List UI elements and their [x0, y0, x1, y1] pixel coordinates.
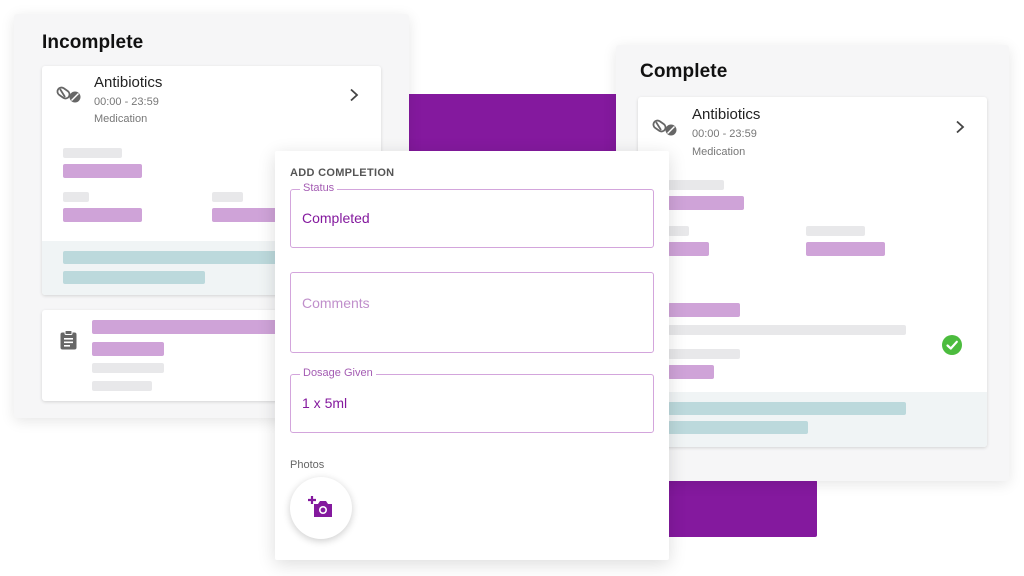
comments-placeholder: Comments — [302, 295, 370, 311]
dosage-value: 1 x 5ml — [302, 395, 348, 411]
clipboard-icon — [60, 330, 77, 350]
add-photo-icon — [308, 496, 332, 517]
stage: Incomplete Antibiotics 00:00 - 23:59 Med… — [0, 0, 1024, 576]
placeholder-bar — [668, 365, 714, 379]
placeholder-bar — [668, 349, 740, 359]
field-label: Status — [300, 182, 338, 194]
placeholder-bar — [92, 381, 152, 391]
medication-name: Antibiotics — [692, 106, 761, 123]
medication-time: 00:00 - 23:59 — [692, 128, 757, 140]
complete-panel: Complete Antibiotics 00:00 - 23:59 Medic… — [616, 45, 1009, 481]
placeholder-bar — [668, 402, 906, 415]
placeholder-bar — [668, 421, 808, 434]
placeholder-bar — [806, 242, 885, 256]
placeholder-bar — [212, 192, 243, 202]
field-label: Dosage Given — [300, 367, 376, 379]
placeholder-bar — [668, 180, 724, 190]
placeholder-bar — [668, 242, 709, 256]
status-field[interactable]: Status Completed — [290, 182, 654, 248]
medication-name: Antibiotics — [94, 74, 163, 91]
placeholder-bar — [668, 325, 906, 335]
medication-type: Medication — [94, 113, 148, 125]
medication-type: Medication — [692, 146, 746, 158]
photos-label: Photos — [290, 459, 325, 471]
placeholder-bar — [806, 226, 865, 236]
add-photo-button[interactable] — [290, 477, 352, 539]
status-value: Completed — [302, 210, 370, 226]
pills-icon — [56, 86, 81, 103]
comments-field[interactable]: Comments — [290, 272, 654, 353]
pills-icon — [652, 119, 677, 136]
medication-time: 00:00 - 23:59 — [94, 96, 159, 108]
placeholder-bar — [63, 164, 142, 178]
form-title: ADD COMPLETION — [290, 167, 395, 179]
add-completion-form: ADD COMPLETION Status Completed Comments… — [275, 151, 669, 560]
chevron-right-icon — [350, 88, 359, 102]
placeholder-bar — [668, 196, 744, 210]
placeholder-bar — [63, 192, 89, 202]
placeholder-bar — [668, 303, 740, 317]
medication-card[interactable]: Antibiotics 00:00 - 23:59 Medication — [638, 97, 987, 447]
placeholder-bar — [63, 148, 122, 158]
check-circle-icon — [942, 335, 962, 355]
placeholder-bar — [92, 342, 164, 356]
placeholder-bar — [92, 363, 164, 373]
panel-title: Incomplete — [42, 32, 144, 53]
panel-title: Complete — [640, 61, 728, 82]
decorative-purple-block — [660, 480, 817, 537]
chevron-right-icon — [956, 120, 965, 134]
card-footer — [638, 392, 987, 447]
placeholder-bar — [63, 208, 142, 222]
placeholder-bar — [668, 226, 689, 236]
placeholder-bar — [63, 271, 205, 284]
dosage-field[interactable]: Dosage Given 1 x 5ml — [290, 367, 654, 433]
